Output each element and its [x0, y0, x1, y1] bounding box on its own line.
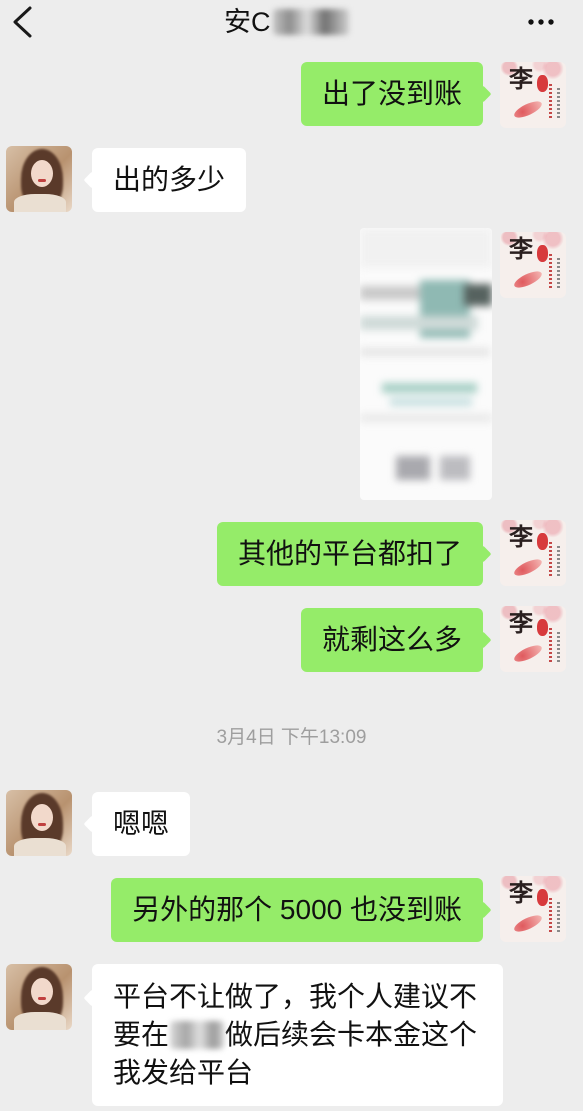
message-row: 另外的那个 5000 也没到账 李: [0, 876, 583, 944]
message-row: 出了没到账 李: [0, 62, 583, 130]
avatar-lantern: [537, 75, 548, 92]
avatar-clothing: [14, 194, 66, 212]
avatar-calligraphy: 李: [509, 878, 533, 907]
message-bubble[interactable]: 其他的平台都扣了: [216, 522, 483, 586]
message-row: 出的多少: [0, 146, 583, 214]
redacted-text-blur: [170, 1020, 225, 1049]
back-button[interactable]: [8, 4, 38, 42]
avatar-seal-text: [557, 258, 560, 288]
message-text-line: 我发给平台: [113, 1057, 254, 1088]
blur-block: [360, 414, 492, 422]
my-avatar[interactable]: 李: [500, 876, 566, 942]
avatar-calligraphy: 李: [509, 608, 533, 637]
my-avatar[interactable]: 李: [500, 62, 566, 128]
my-avatar[interactable]: 李: [500, 520, 566, 586]
avatar-lantern: [537, 619, 548, 636]
message-text: 嗯嗯: [113, 808, 170, 839]
avatar-calligraphy: 李: [509, 234, 533, 263]
message-row: 平台不让做了，我个人建议不 要在 做后续会卡本金这个 我发给平台: [0, 964, 583, 1108]
avatar-seal-text: [549, 542, 552, 576]
chevron-left-icon: [13, 6, 32, 38]
blurred-screenshot: [360, 228, 492, 500]
blur-block: [360, 228, 492, 268]
chat-timestamp: 3月4日 下午13:09: [216, 727, 367, 748]
avatar-lips: [38, 179, 46, 182]
message-row: 就剩这么多 李: [0, 606, 583, 674]
avatar-seal-text: [549, 254, 552, 288]
blur-block: [360, 348, 490, 356]
my-avatar[interactable]: 李: [500, 232, 566, 298]
message-text: 就剩这么多: [321, 624, 462, 655]
message-text: 另外的那个 5000 也没到账: [132, 894, 462, 925]
message-bubble[interactable]: 嗯嗯: [92, 792, 191, 856]
message-row: 李: [0, 228, 583, 502]
message-row: 其他的平台都扣了 李: [0, 520, 583, 588]
avatar-face: [31, 804, 53, 831]
message-text-segment: 做后续会卡本金这个: [225, 1019, 478, 1050]
message-text-line: 要在 做后续会卡本金这个: [113, 1016, 482, 1054]
image-message[interactable]: [360, 228, 492, 500]
avatar-seal-text: [557, 632, 560, 662]
avatar-seal-text: [557, 902, 560, 932]
message-row: 嗯嗯: [0, 790, 583, 858]
chat-header: 安C: [0, 0, 583, 48]
avatar-lantern: [537, 245, 548, 262]
avatar-seal-text: [549, 898, 552, 932]
blur-block: [440, 456, 470, 480]
chat-screen: 安C 出了没到账 李 出的多少 李 其他的平台都扣了 李 就剩这么多 李 3月4…: [0, 0, 583, 1111]
message-bubble[interactable]: 出的多少: [92, 148, 247, 212]
chat-title-text: 安C: [224, 7, 271, 37]
blur-block: [360, 286, 422, 300]
avatar-seal-text: [549, 84, 552, 118]
avatar-clothing: [14, 838, 66, 856]
avatar-seal-text: [557, 88, 560, 118]
avatar-calligraphy: 李: [509, 64, 533, 93]
avatar-clothing: [14, 1012, 66, 1030]
message-text-segment: 要在: [113, 1019, 170, 1050]
message-text: 出了没到账: [321, 78, 462, 109]
contact-avatar[interactable]: [6, 790, 72, 856]
avatar-lips: [38, 997, 46, 1000]
message-bubble[interactable]: 另外的那个 5000 也没到账: [111, 878, 483, 942]
avatar-seal-text: [557, 546, 560, 576]
message-text: 其他的平台都扣了: [237, 538, 462, 569]
message-text-line: 平台不让做了，我个人建议不: [113, 981, 478, 1012]
chat-title: 安C: [224, 5, 349, 39]
avatar-seal-text: [549, 628, 552, 662]
blur-block: [390, 398, 472, 406]
blur-block: [382, 383, 477, 393]
ellipsis-icon: [528, 19, 554, 25]
message-text: 出的多少: [113, 164, 226, 195]
avatar-face: [31, 978, 53, 1005]
my-avatar[interactable]: 李: [500, 606, 566, 672]
message-bubble[interactable]: 平台不让做了，我个人建议不 要在 做后续会卡本金这个 我发给平台: [92, 964, 503, 1106]
redacted-title-blur: [272, 8, 349, 35]
avatar-lantern: [537, 533, 548, 550]
more-button[interactable]: [522, 10, 560, 34]
blur-block: [464, 284, 492, 306]
avatar-face: [31, 160, 53, 187]
message-bubble[interactable]: 就剩这么多: [300, 608, 483, 672]
blur-block: [396, 456, 430, 480]
contact-avatar[interactable]: [6, 146, 72, 212]
avatar-calligraphy: 李: [509, 522, 533, 551]
avatar-lips: [38, 823, 46, 826]
blur-block: [360, 316, 478, 330]
message-bubble[interactable]: 出了没到账: [300, 62, 483, 126]
contact-avatar[interactable]: [6, 964, 72, 1030]
avatar-lantern: [537, 889, 548, 906]
